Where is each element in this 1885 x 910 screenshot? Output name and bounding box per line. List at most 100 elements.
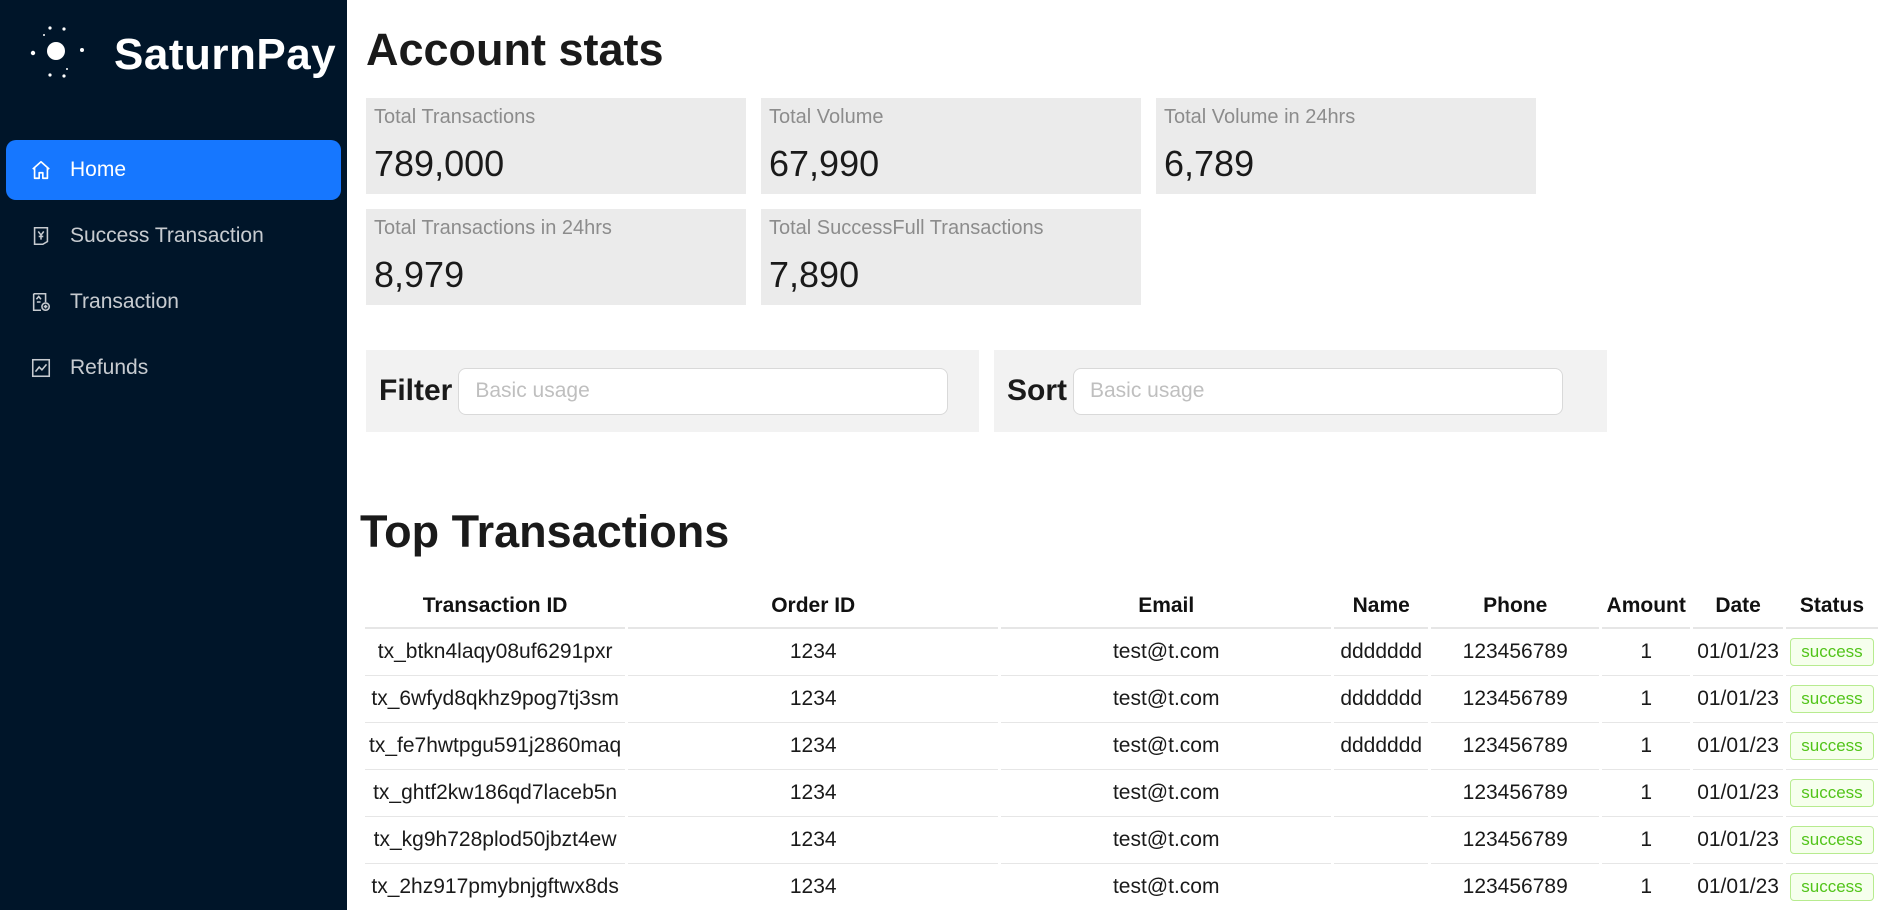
table-row[interactable]: tx_6wfyd8qkhz9pog7tj3sm 1234 test@t.com … [365, 676, 1878, 723]
column-header-date[interactable]: Date [1693, 584, 1783, 629]
filter-box: Filter [366, 350, 979, 432]
sidebar-item-label: Success Transaction [70, 224, 264, 247]
cell-status: success [1785, 770, 1878, 817]
stat-label: Total Transactions in 24hrs [374, 217, 612, 239]
stat-value: 7,890 [769, 254, 860, 295]
cell-transaction-id: tx_ghtf2kw186qd7laceb5n [365, 770, 626, 817]
cell-amount: 1 [1602, 723, 1691, 770]
stat-label: Total SuccessFull Transactions [769, 217, 1044, 239]
account-book-icon [32, 292, 51, 312]
cell-email: test@t.com [1001, 817, 1332, 864]
table-row[interactable]: tx_ghtf2kw186qd7laceb5n 1234 test@t.com … [365, 770, 1878, 817]
stat-value: 789,000 [374, 143, 505, 184]
cell-amount: 1 [1602, 676, 1691, 723]
cell-phone: 123456789 [1431, 817, 1600, 864]
brand-name: SaturnPay [114, 30, 337, 79]
sidebar-item-home[interactable]: Home [6, 140, 341, 200]
cell-order-id: 1234 [628, 629, 999, 676]
column-header-phone[interactable]: Phone [1431, 584, 1600, 629]
sidebar-item-refunds[interactable]: Refunds [6, 338, 341, 398]
brand[interactable]: SaturnPay [0, 0, 347, 110]
stat-label: Total Volume in 24hrs [1164, 106, 1356, 128]
table-row[interactable]: tx_kg9h728plod50jbzt4ew 1234 test@t.com … [365, 817, 1878, 864]
cell-amount: 1 [1602, 864, 1690, 910]
column-header-transaction-id[interactable]: Transaction ID [365, 584, 626, 629]
column-header-name[interactable]: Name [1334, 584, 1429, 629]
cell-name: ddddddd [1334, 723, 1429, 770]
column-header-amount[interactable]: Amount [1602, 584, 1691, 629]
app-root: SaturnPay Home Success Transaction Trans… [0, 0, 1885, 910]
cell-transaction-id: tx_btkn4laqy08uf6291pxr [365, 629, 626, 676]
saturn-logo-icon [30, 26, 84, 78]
stat-value: 8,979 [374, 254, 465, 295]
table-row[interactable]: tx_2hz917pmybnjgftwx8ds 1234 test@t.com … [365, 864, 1878, 910]
cell-phone: 123456789 [1431, 864, 1599, 910]
section-title: Top Transactions [360, 506, 730, 557]
home-icon [32, 160, 50, 180]
stat-card-total-transactions: Total Transactions 789,000 [366, 98, 746, 194]
cell-order-id: 1234 [628, 864, 998, 910]
stats-grid: Total Transactions 789,000 Total Volume … [366, 98, 1885, 305]
cell-name: ddddddd [1334, 676, 1429, 723]
cell-status: success [1786, 864, 1878, 910]
main-content: Account stats Total Transactions 789,000… [347, 0, 1885, 910]
cell-email: test@t.com [1001, 770, 1332, 817]
cell-name: ddddddd [1334, 629, 1429, 676]
filter-label: Filter [379, 374, 453, 407]
cell-email: test@t.com [1001, 629, 1332, 676]
cell-amount: 1 [1602, 629, 1691, 676]
table-controls: Filter Sort [366, 350, 1885, 432]
cell-amount: 1 [1602, 817, 1691, 864]
sidebar-nav: Home Success Transaction Transaction Ref… [0, 140, 347, 398]
cell-status: success [1785, 723, 1878, 770]
status-badge: success [1790, 638, 1874, 666]
cell-name [1334, 864, 1428, 910]
cell-email: test@t.com [1001, 676, 1332, 723]
sort-input[interactable] [1073, 367, 1563, 415]
cell-status: success [1785, 629, 1878, 676]
cell-transaction-id: tx_6wfyd8qkhz9pog7tj3sm [365, 676, 626, 723]
cell-name [1334, 817, 1429, 864]
stat-value: 6,789 [1164, 143, 1255, 184]
cell-order-id: 1234 [628, 770, 999, 817]
cell-date: 01/01/23 [1693, 676, 1783, 723]
cell-phone: 123456789 [1431, 629, 1600, 676]
cell-transaction-id: tx_fe7hwtpgu591j2860maq [365, 723, 626, 770]
cell-name [1334, 770, 1429, 817]
stat-card-total-transactions-24hrs: Total Transactions in 24hrs 8,979 [366, 209, 746, 305]
table-header-row: Transaction ID Order ID Email Name Phone… [365, 584, 1878, 629]
column-header-email[interactable]: Email [1001, 584, 1332, 629]
sidebar: SaturnPay Home Success Transaction Trans… [0, 0, 347, 910]
status-badge: success [1790, 779, 1874, 807]
sidebar-item-label: Home [70, 158, 127, 181]
stat-card-total-successful-transactions: Total SuccessFull Transactions 7,890 [761, 209, 1141, 305]
sidebar-item-label: Transaction [70, 290, 179, 313]
cell-transaction-id: tx_kg9h728plod50jbzt4ew [365, 817, 626, 864]
cell-email: test@t.com [1001, 723, 1332, 770]
cell-date: 01/01/23 [1693, 864, 1783, 910]
stat-card-total-volume-24hrs: Total Volume in 24hrs 6,789 [1156, 98, 1536, 194]
cell-status: success [1785, 676, 1878, 723]
table-row[interactable]: tx_btkn4laqy08uf6291pxr 1234 test@t.com … [365, 629, 1878, 676]
stat-card-total-volume: Total Volume 67,990 [761, 98, 1141, 194]
cell-status: success [1785, 817, 1878, 864]
cell-order-id: 1234 [628, 723, 999, 770]
column-header-order-id[interactable]: Order ID [628, 584, 999, 629]
line-chart-icon [31, 358, 51, 378]
cell-order-id: 1234 [628, 817, 999, 864]
cell-order-id: 1234 [628, 676, 999, 723]
table-row[interactable]: tx_fe7hwtpgu591j2860maq 1234 test@t.com … [365, 723, 1878, 770]
stat-value: 67,990 [769, 143, 880, 184]
stat-label: Total Volume [769, 106, 884, 128]
column-header-status[interactable]: Status [1785, 584, 1878, 629]
sidebar-item-transaction[interactable]: Transaction [6, 272, 341, 332]
stat-label: Total Transactions [374, 106, 536, 128]
cell-date: 01/01/23 [1693, 629, 1783, 676]
sort-box: Sort [994, 350, 1607, 432]
sidebar-item-label: Refunds [70, 356, 149, 379]
cell-phone: 123456789 [1431, 723, 1600, 770]
status-badge: success [1790, 826, 1874, 854]
sidebar-item-success-transaction[interactable]: Success Transaction [6, 206, 341, 266]
filter-input[interactable] [458, 367, 949, 415]
cell-email: test@t.com [1001, 864, 1331, 910]
